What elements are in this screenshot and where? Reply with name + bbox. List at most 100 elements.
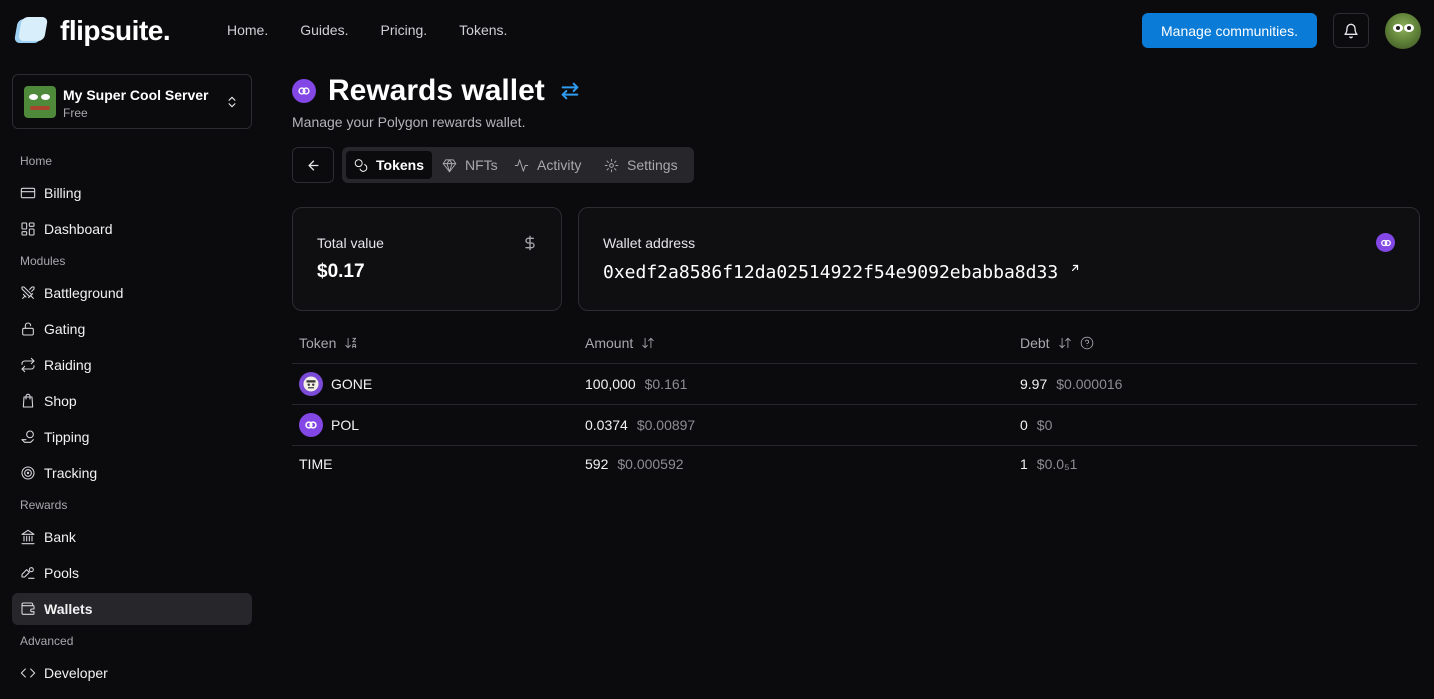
page-title: Rewards wallet — [328, 74, 545, 107]
server-plan: Free — [63, 106, 88, 120]
nav-pricing[interactable]: Pricing. — [380, 22, 427, 38]
sidebar-item-battleground[interactable]: Battleground — [12, 277, 252, 309]
total-value-card: Total value $0.17 — [292, 207, 562, 311]
nav-guides[interactable]: Guides. — [300, 22, 348, 38]
user-avatar[interactable] — [1385, 13, 1421, 49]
wallet-icon — [21, 602, 35, 615]
token-cell: TIME — [299, 456, 333, 472]
gear-icon — [604, 158, 619, 172]
swords-icon — [21, 286, 35, 299]
page-subtitle: Manage your Polygon rewards wallet. — [292, 114, 526, 130]
amount-cell: 592 $0.000592 — [585, 456, 684, 472]
help-circle-icon[interactable] — [1080, 336, 1094, 350]
nav-home[interactable]: Home. — [227, 22, 268, 38]
server-avatar — [24, 86, 56, 118]
brand-logo[interactable]: flipsuite. — [13, 15, 171, 47]
wallet-address-value: 0xedf2a8586f12da02514922f54e9092ebabba8d… — [603, 262, 1059, 283]
divider — [292, 404, 1417, 405]
section-home: Home — [20, 154, 53, 168]
dashboard-icon — [21, 222, 35, 236]
repeat-icon — [21, 357, 35, 373]
polygon-network-icon — [1376, 233, 1395, 252]
sidebar-item-label: Shop — [44, 393, 77, 409]
credit-card-icon — [20, 187, 36, 199]
chevrons-up-down-icon — [228, 96, 236, 108]
shopping-bag-icon — [22, 393, 34, 408]
tab-settings[interactable]: Settings — [596, 151, 686, 179]
sidebar-item-label: Pools — [44, 565, 80, 581]
debt-cell: 0 $0 — [1020, 417, 1053, 433]
logo-icon — [13, 16, 49, 46]
sidebar-item-label: Gating — [44, 321, 86, 337]
column-debt[interactable]: Debt — [1020, 335, 1094, 351]
section-rewards: Rewards — [20, 498, 68, 512]
column-amount[interactable]: Amount — [585, 335, 655, 351]
sidebar-item-bank[interactable]: Bank — [12, 521, 252, 553]
swap-icon[interactable] — [559, 80, 581, 102]
sidebar-item-tracking[interactable]: Tracking — [12, 457, 252, 489]
coins-hand-icon — [21, 430, 34, 443]
external-link-icon — [1071, 264, 1079, 272]
tab-tokens[interactable]: Tokens — [346, 151, 432, 179]
sidebar-item-label: Tracking — [44, 465, 98, 481]
landmark-icon — [21, 529, 35, 545]
gone-token-icon — [299, 372, 323, 396]
sidebar-item-dashboard[interactable]: Dashboard — [12, 213, 252, 245]
sidebar-item-developer[interactable]: Developer — [12, 657, 252, 689]
code-icon — [20, 668, 36, 678]
wallet-tabs: Tokens NFTs Activity Settings — [342, 147, 694, 183]
arrow-left-icon — [308, 160, 318, 170]
sidebar-item-label: Battleground — [44, 285, 124, 301]
section-advanced: Advanced — [20, 634, 74, 648]
token-cell: POL — [299, 413, 359, 437]
notifications-button[interactable] — [1333, 13, 1369, 48]
sidebar-item-label: Dashboard — [44, 221, 113, 237]
sidebar-item-label: Wallets — [44, 601, 93, 617]
total-value-amount: $0.17 — [317, 261, 365, 282]
back-button[interactable] — [292, 147, 334, 183]
sidebar-item-billing[interactable]: Billing — [12, 177, 252, 209]
manage-communities-button[interactable]: Manage communities. — [1142, 13, 1317, 48]
wallet-address-link[interactable]: 0xedf2a8586f12da02514922f54e9092ebabba8d… — [603, 262, 1081, 283]
amount-cell: 0.0374 $0.00897 — [585, 417, 696, 433]
polygon-icon — [292, 79, 316, 103]
column-token[interactable]: Token — [299, 335, 358, 351]
sidebar-item-tipping[interactable]: Tipping — [12, 421, 252, 453]
token-cell: GONE — [299, 372, 372, 396]
debt-cell: 1 $0.0₅1 — [1020, 456, 1078, 472]
lock-icon — [22, 322, 34, 336]
sidebar: My Super Cool Server Free Home Billing D… — [12, 74, 252, 681]
divider — [292, 363, 1417, 364]
bell-icon — [1344, 23, 1358, 38]
activity-icon — [514, 158, 529, 172]
sidebar-item-label: Developer — [44, 665, 108, 681]
tab-nfts[interactable]: NFTs — [434, 151, 506, 179]
sort-icon — [1058, 337, 1071, 349]
divider — [292, 445, 1417, 446]
wallet-address-label: Wallet address — [603, 235, 696, 251]
brand-name: flipsuite. — [60, 15, 171, 46]
sidebar-item-label: Tipping — [44, 429, 90, 445]
nav-tokens[interactable]: Tokens. — [459, 22, 507, 38]
sort-icon — [642, 337, 654, 349]
sidebar-item-shop[interactable]: Shop — [12, 385, 252, 417]
sidebar-item-raiding[interactable]: Raiding — [12, 349, 252, 381]
wallet-address-card: Wallet address 0xedf2a8586f12da02514922f… — [578, 207, 1420, 311]
sidebar-item-label: Billing — [44, 185, 82, 201]
sidebar-item-wallets[interactable]: Wallets — [12, 593, 252, 625]
server-name: My Super Cool Server — [63, 87, 209, 103]
section-modules: Modules — [20, 254, 66, 268]
target-icon — [21, 466, 35, 480]
tab-activity[interactable]: Activity — [506, 151, 589, 179]
pool-icon — [21, 567, 35, 579]
sidebar-item-label: Raiding — [44, 357, 92, 373]
server-selector[interactable]: My Super Cool Server Free — [12, 74, 252, 129]
debt-cell: 9.97 $0.000016 — [1020, 376, 1123, 392]
gem-icon — [442, 158, 457, 172]
coins-icon — [354, 158, 368, 172]
page-header: Rewards wallet — [292, 74, 581, 108]
sidebar-item-gating[interactable]: Gating — [12, 313, 252, 345]
dollar-icon — [525, 235, 535, 251]
polygon-token-icon — [299, 413, 323, 437]
sidebar-item-pools[interactable]: Pools — [12, 557, 252, 589]
